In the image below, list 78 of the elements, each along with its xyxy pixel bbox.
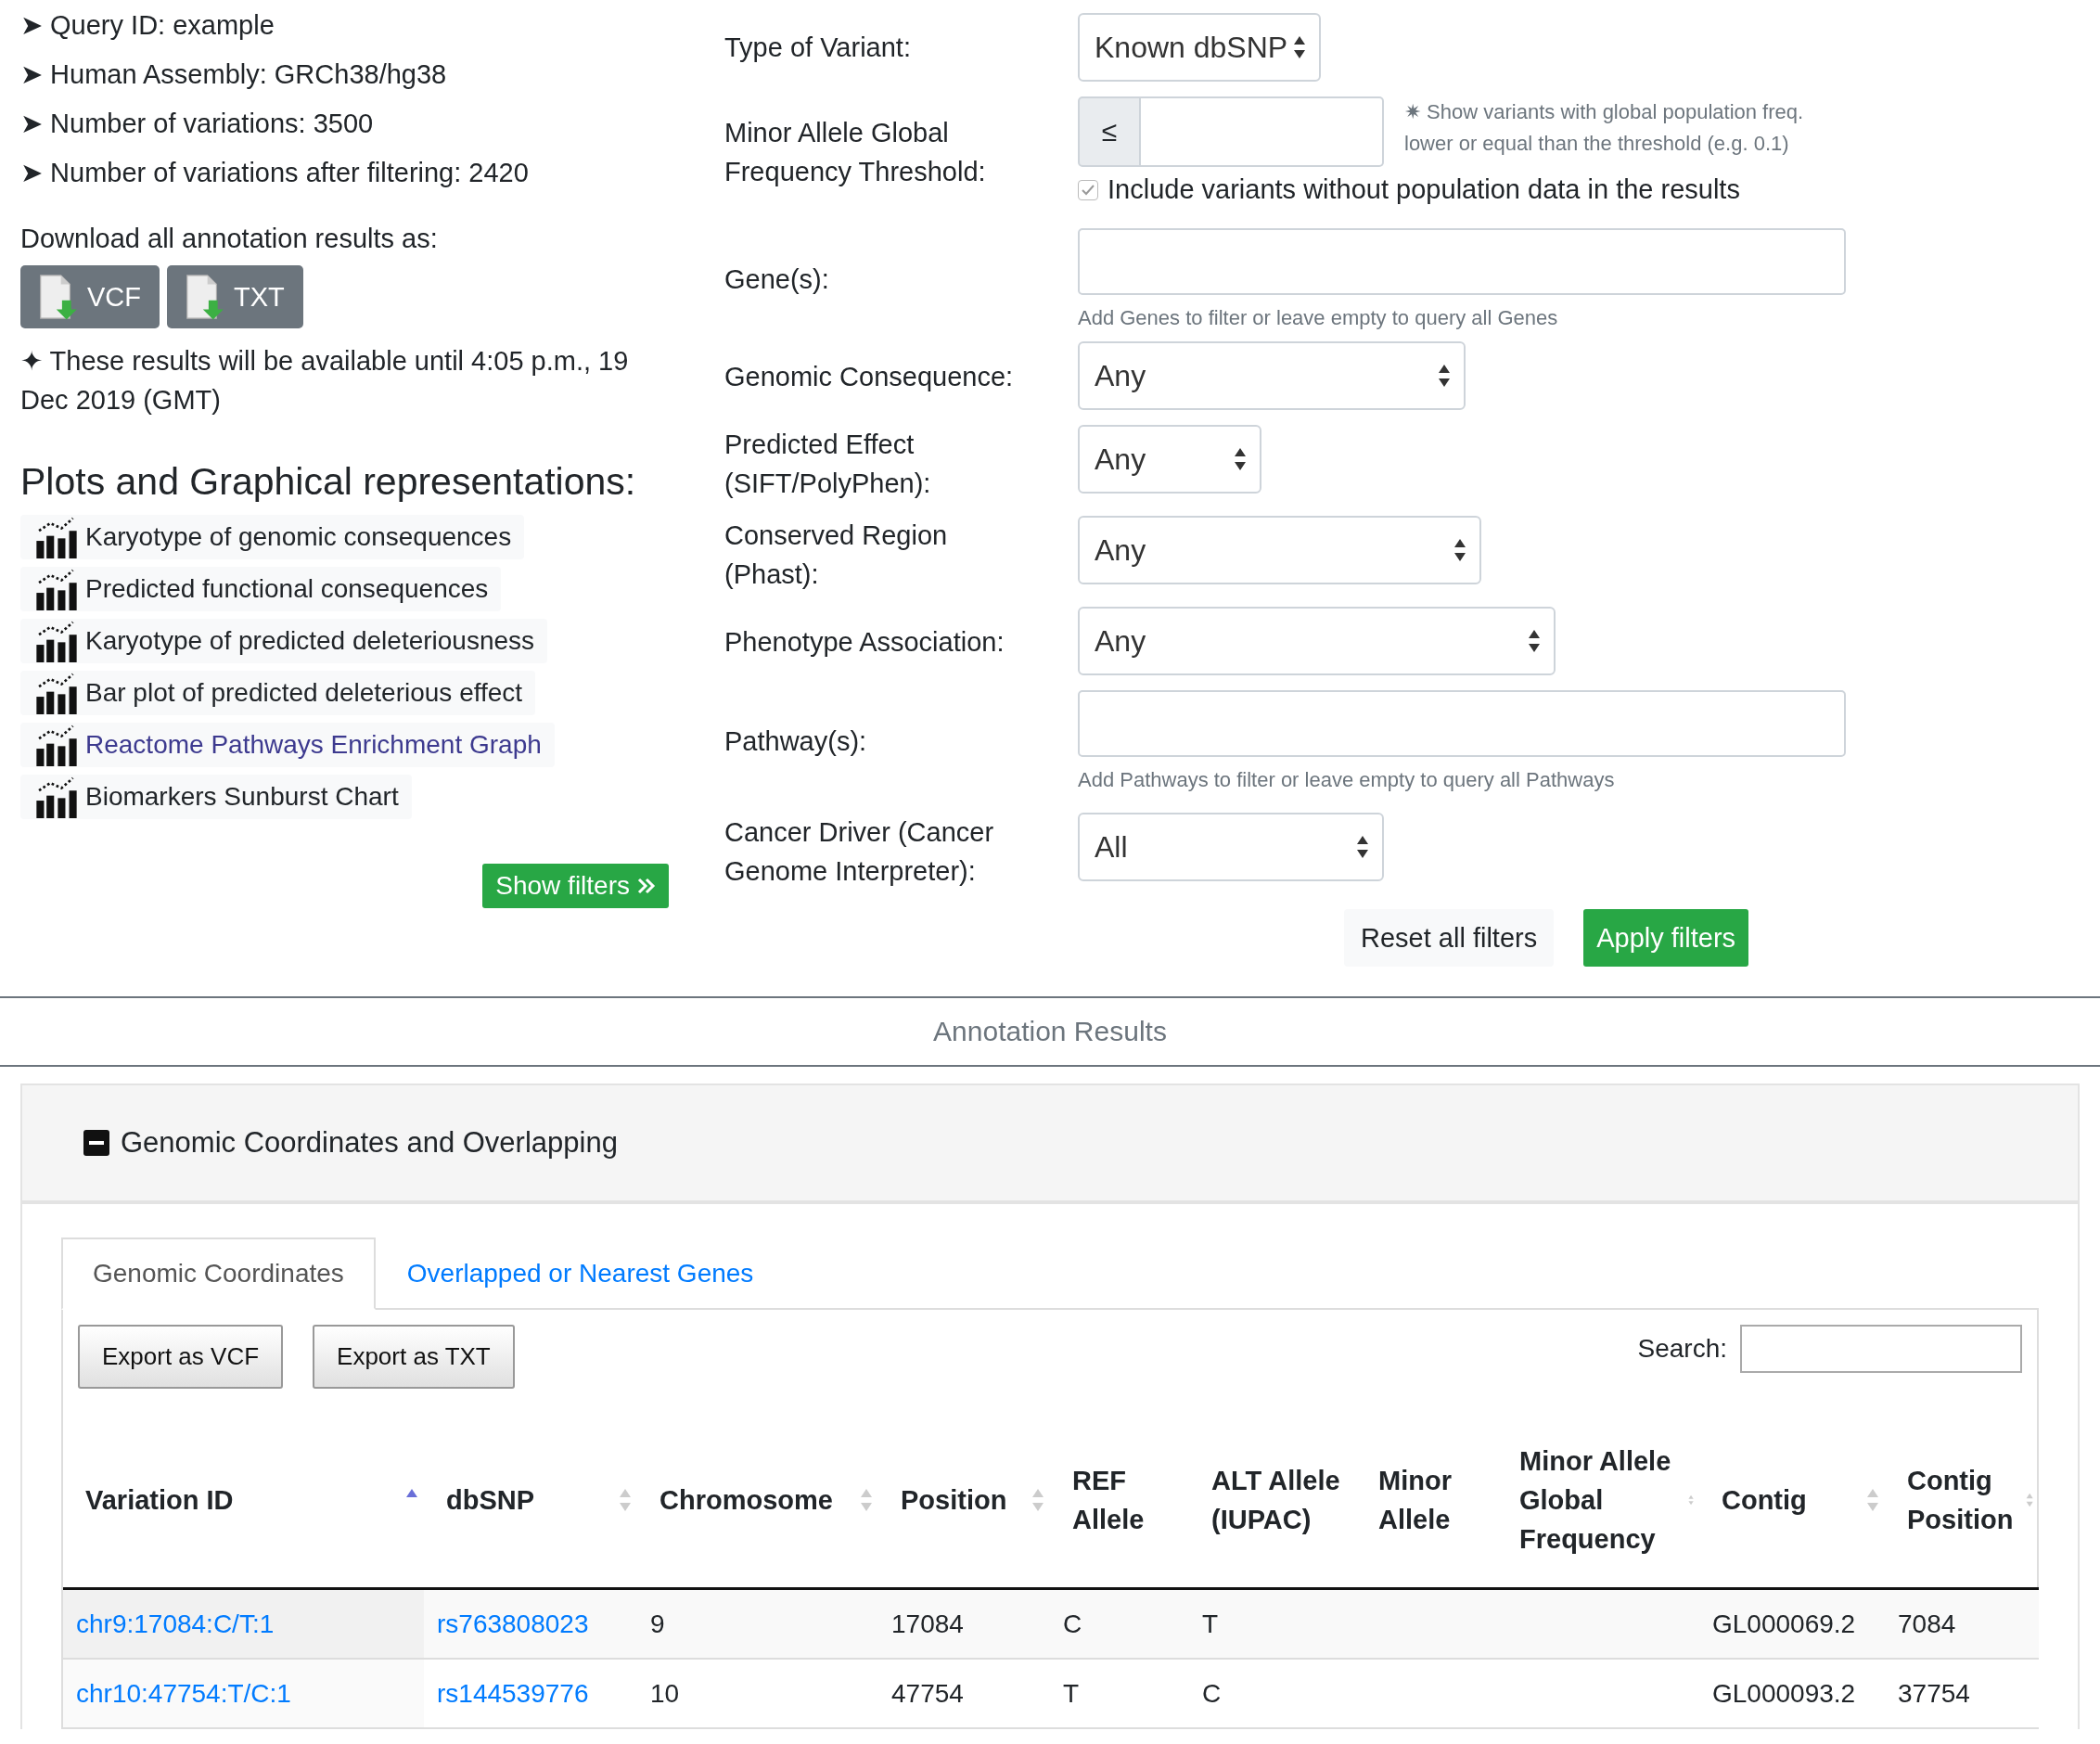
- bar-chart-icon: [33, 516, 80, 558]
- help-text: Add Genes to filter or leave empty to query all Genes: [1078, 306, 1559, 330]
- threshold-input[interactable]: [1141, 96, 1384, 167]
- info-text: ➤ Query ID: example: [20, 9, 275, 41]
- threshold-note: ✷ Show variants with global population freq. lower or equal than the threshold (e.g. 0.1): [1404, 99, 1805, 157]
- file-download-icon: [184, 273, 224, 321]
- select-field[interactable]: Any: [1078, 425, 1261, 494]
- table-cell: T: [1202, 1609, 1219, 1639]
- download-button[interactable]: TXT: [167, 265, 303, 328]
- filter-label: Phenotype Association:: [724, 626, 1005, 659]
- download-button[interactable]: VCF: [20, 265, 160, 328]
- checkmark-icon: [1082, 184, 1095, 196]
- table-link[interactable]: rs144539776: [437, 1678, 589, 1709]
- filter-label: Conserved Region (Phast):: [724, 519, 949, 591]
- availability-text: ✦ These results will be available until 4:05 p.m., 19 Dec 2019 (GMT): [20, 345, 630, 417]
- plot-link[interactable]: Biomarkers Sunburst Chart: [20, 775, 412, 819]
- table-cell: 10: [650, 1678, 680, 1709]
- reset-filters-button[interactable]: Reset all filters: [1344, 909, 1555, 967]
- filter-label: Genomic Consequence:: [724, 361, 1015, 393]
- caret-icon: [1293, 35, 1306, 59]
- file-download-icon: [37, 273, 78, 321]
- bar-chart-icon: [33, 568, 80, 610]
- collapse-icon[interactable]: [83, 1130, 109, 1156]
- table-cell: C: [1202, 1678, 1222, 1709]
- table-cell: 7084: [1898, 1609, 1956, 1639]
- filter-label: Gene(s):: [724, 263, 830, 296]
- search-label: Search:: [1637, 1334, 1727, 1364]
- filter-label: Cancer Driver (Cancer Genome Interpreter):: [724, 816, 995, 888]
- help-text: Add Pathways to filter or leave empty to query all Pathways: [1078, 768, 1616, 792]
- info-text: ➤ Number of variations: 3500: [20, 108, 375, 139]
- table-cell: C: [1063, 1609, 1082, 1639]
- info-text: ➤ Human Assembly: GRCh38/hg38: [20, 58, 448, 90]
- section-heading: Annotation Results: [0, 998, 2100, 1067]
- plot-link[interactable]: Reactome Pathways Enrichment Graph: [20, 723, 555, 767]
- bar-chart-icon: [33, 776, 80, 818]
- select-field[interactable]: All: [1078, 813, 1384, 881]
- select-field[interactable]: Any: [1078, 341, 1466, 410]
- filter-label: Pathway(s):: [724, 725, 868, 758]
- plots-heading: Plots and Graphical representations:: [20, 460, 637, 504]
- tab[interactable]: Overlapped or Nearest Genes: [375, 1237, 786, 1310]
- info-text: ➤ Number of variations after filtering: 2420: [20, 157, 530, 188]
- double-chevron-icon: [637, 878, 656, 894]
- table-cell: 9: [650, 1609, 665, 1639]
- input-prefix: ≤: [1078, 96, 1141, 167]
- export-button[interactable]: Export as VCF: [78, 1325, 284, 1389]
- checkbox[interactable]: [1078, 179, 1098, 200]
- export-button[interactable]: Export as TXT: [313, 1325, 515, 1389]
- table-cell: T: [1063, 1678, 1080, 1709]
- caret-icon: [1453, 538, 1466, 562]
- table-cell: GL000093.2: [1712, 1678, 1856, 1709]
- caret-icon: [1528, 629, 1541, 653]
- table-cell: 17084: [891, 1609, 964, 1639]
- caret-icon: [1438, 364, 1451, 388]
- plot-link[interactable]: Predicted functional consequences: [20, 567, 502, 611]
- caret-icon: [1234, 447, 1247, 471]
- bar-chart-icon: [33, 620, 80, 662]
- select-field[interactable]: Known dbSNP: [1078, 13, 1321, 82]
- select-field[interactable]: Any: [1078, 607, 1556, 675]
- bar-chart-icon: [33, 724, 80, 766]
- checkbox-label: Include variants without population data in the results: [1108, 174, 1740, 205]
- filter-label: Predicted Effect (SIFT/PolyPhen):: [724, 429, 932, 500]
- plot-link[interactable]: Bar plot of predicted deleterious effect: [20, 671, 536, 715]
- search-field[interactable]: [1740, 1325, 2022, 1373]
- download-label: Download all annotation results as:: [20, 223, 439, 255]
- text-input[interactable]: [1078, 228, 1846, 295]
- caret-icon: [1356, 835, 1369, 859]
- select-field[interactable]: Any: [1078, 516, 1481, 584]
- bar-chart-icon: [33, 672, 80, 714]
- plot-link[interactable]: Karyotype of predicted deleteriousness: [20, 619, 548, 663]
- panel-title: Genomic Coordinates and Overlapping: [121, 1126, 618, 1160]
- tab[interactable]: Genomic Coordinates: [61, 1237, 376, 1310]
- table-cell: 47754: [891, 1678, 964, 1709]
- text-input[interactable]: [1078, 690, 1846, 757]
- table-cell: 37754: [1898, 1678, 1970, 1709]
- table-cell: GL000069.2: [1712, 1609, 1856, 1639]
- plot-link[interactable]: Karyotype of genomic consequences: [20, 515, 525, 559]
- filter-label: Minor Allele Global Frequency Threshold:: [724, 117, 987, 188]
- filter-label: Type of Variant:: [724, 32, 912, 64]
